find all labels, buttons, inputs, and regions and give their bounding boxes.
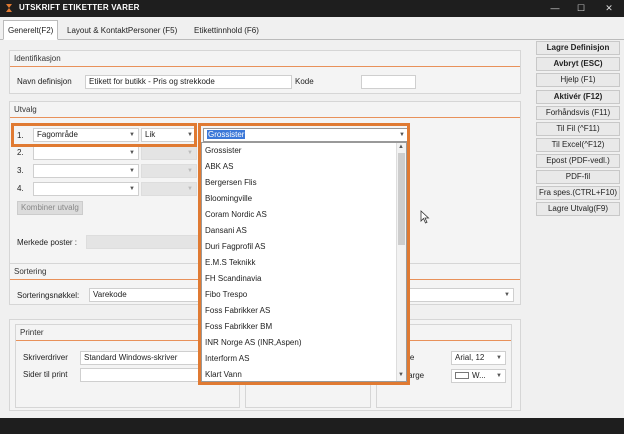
row-number: 2. — [17, 148, 24, 157]
sidebar-button-lagre-utvalg-f9[interactable]: Lagre Utvalg(F9) — [536, 202, 620, 216]
chevron-down-icon: ▼ — [187, 186, 193, 192]
dropdown-item[interactable]: Coram Nordic AS — [202, 207, 406, 223]
chevron-down-icon: ▼ — [187, 150, 193, 156]
mouse-cursor-icon — [420, 210, 430, 224]
sidebar-button-til-excel-f12[interactable]: Til Excel(^F12) — [536, 138, 620, 152]
identifikasjon-section: Identifikasjon Navn definisjon Etikett f… — [9, 50, 521, 94]
scroll-down-icon[interactable]: ▼ — [398, 372, 404, 378]
minimize-button[interactable]: — — [543, 0, 567, 17]
kode-label: Kode — [295, 77, 314, 86]
dropdown-item[interactable]: FH Scandinavia — [202, 271, 406, 287]
tab-layout[interactable]: Layout & KontaktPersoner (F5) — [62, 20, 182, 40]
dropdown-item[interactable]: Interform AS — [202, 351, 406, 367]
operator-select: ▼ — [141, 164, 197, 178]
criteria-field-select[interactable]: ▼ — [33, 146, 139, 160]
operator-select: ▼ — [141, 146, 197, 160]
kode-input[interactable] — [361, 75, 416, 89]
dropdown-item[interactable]: Klart Vann — [202, 367, 406, 383]
status-bar — [0, 418, 624, 434]
driver-label: Skriverdriver — [23, 353, 68, 362]
driver-value: Standard Windows-skriver — [84, 353, 178, 362]
dropdown-item[interactable]: INR Norge AS (INR,Aspen) — [202, 335, 406, 351]
dropdown-item[interactable]: Bloomingville — [202, 191, 406, 207]
font-select[interactable]: Arial, 12 ▼ — [451, 351, 506, 365]
merkede-label: Merkede poster : — [17, 238, 78, 247]
name-label: Navn definisjon — [17, 77, 72, 86]
sort-key-label: Sorteringsnøkkel: — [17, 291, 80, 300]
dropdown-item[interactable]: Foss Fabrikker BM — [202, 319, 406, 335]
tab-bar: Generelt(F2) Layout & KontaktPersoner (F… — [0, 17, 624, 40]
chevron-down-icon: ▼ — [496, 355, 502, 361]
chevron-down-icon: ▼ — [496, 373, 502, 379]
sidebar-button-hjelp-f1[interactable]: Hjelp (F1) — [536, 73, 620, 87]
dropdown-item[interactable]: Duri Fagprofil AS — [202, 239, 406, 255]
sidebar-button-aktiv-r-f12[interactable]: Aktivér (F12) — [536, 90, 620, 104]
dropdown-item[interactable]: Fibo Trespo — [202, 287, 406, 303]
color-value: W... — [472, 371, 486, 380]
sidebar-button-til-fil-f11[interactable]: Til Fil (^F11) — [536, 122, 620, 136]
dropdown-item[interactable]: Bergersen Flis — [202, 175, 406, 191]
criteria-field-select[interactable]: ▼ — [33, 164, 139, 178]
dropdown-item[interactable]: E.M.S Teknikk — [202, 255, 406, 271]
scroll-thumb[interactable] — [398, 153, 405, 245]
chevron-down-icon: ▼ — [129, 186, 135, 192]
tab-generelt[interactable]: Generelt(F2) — [3, 20, 59, 40]
dropdown-item[interactable]: Foss Fabrikker AS — [202, 303, 406, 319]
sidebar-button-lagre-definisjon[interactable]: Lagre Definisjon — [536, 41, 620, 55]
chevron-down-icon: ▼ — [187, 168, 193, 174]
sidebar-button-forh-ndsvis-f11[interactable]: Forhåndsvis (F11) — [536, 106, 620, 120]
criteria-field-select[interactable]: ▼ — [33, 182, 139, 196]
color-select[interactable]: W... ▼ — [451, 369, 506, 383]
dropdown-item[interactable]: Grossister — [202, 143, 406, 159]
pages-label: Sider til print — [23, 370, 68, 379]
sidebar-button-epost-pdf-vedl[interactable]: Epost (PDF-vedl.) — [536, 154, 620, 168]
chevron-down-icon: ▼ — [129, 168, 135, 174]
sidebar-button-fra-spes-ctrl-f10[interactable]: Fra spes.(CTRL+F10) — [536, 186, 620, 200]
close-button[interactable]: ✕ — [597, 0, 621, 17]
app-logo-icon — [6, 4, 12, 12]
dropdown-scrollbar[interactable]: ▲ ▼ — [396, 143, 406, 381]
operator-select: ▼ — [141, 182, 197, 196]
row-number: 3. — [17, 166, 24, 175]
dropdown-item[interactable]: Dansani AS — [202, 223, 406, 239]
tab-etikettinnhold[interactable]: Etikettinnhold (F6) — [189, 20, 264, 40]
color-swatch — [455, 372, 469, 380]
section-title: Utvalg — [10, 102, 520, 118]
kombiner-utvalg-button[interactable]: Kombiner utvalg — [17, 201, 83, 215]
dropdown-item[interactable]: ABK AS — [202, 159, 406, 175]
chevron-down-icon: ▼ — [129, 150, 135, 156]
font-value: Arial, 12 — [455, 353, 485, 362]
sidebar-button-avbryt-esc[interactable]: Avbryt (ESC) — [536, 57, 620, 71]
chevron-down-icon: ▼ — [504, 292, 510, 298]
section-title: Identifikasjon — [10, 51, 520, 67]
window-title: UTSKRIFT ETIKETTER VARER — [19, 3, 140, 12]
sort-key-value: Varekode — [93, 290, 127, 299]
merkede-field — [86, 235, 206, 249]
sidebar-button-pdf-fil[interactable]: PDF-fil — [536, 170, 620, 184]
row-number: 4. — [17, 184, 24, 193]
scroll-up-icon[interactable]: ▲ — [398, 144, 404, 150]
value-dropdown-list[interactable]: Grossister ABK AS Bergersen Flis Bloomingvi… — [201, 142, 407, 382]
name-input[interactable]: Etikett for butikk - Pris og strekkode — [85, 75, 292, 89]
title-bar: UTSKRIFT ETIKETTER VARER — ☐ ✕ — [0, 0, 624, 17]
highlight-criteria — [11, 123, 197, 147]
maximize-button[interactable]: ☐ — [569, 0, 593, 17]
